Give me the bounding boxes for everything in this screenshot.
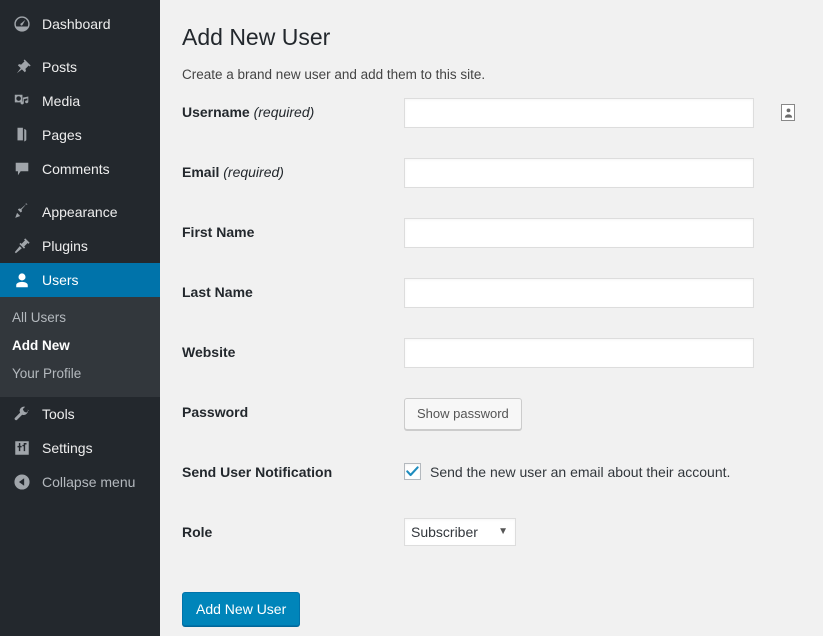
add-new-user-button[interactable]: Add New User — [182, 592, 301, 626]
sidebar-item-pages[interactable]: Pages — [0, 118, 160, 152]
comments-icon — [12, 159, 32, 179]
sidebar-item-users[interactable]: Users — [0, 263, 168, 297]
sidebar-item-posts[interactable]: Posts — [0, 50, 160, 84]
send-notification-checkbox-text[interactable]: Send the new user an email about their a… — [430, 464, 730, 480]
sidebar-item-label: Pages — [42, 127, 82, 143]
form-row-username: Username (required) — [182, 98, 803, 158]
send-notification-checkbox[interactable] — [404, 463, 421, 480]
sidebar-item-tools[interactable]: Tools — [0, 397, 160, 431]
first-name-input[interactable] — [404, 218, 754, 248]
checkmark-icon — [406, 466, 419, 477]
email-required-text: (required) — [223, 164, 284, 180]
username-required-text: (required) — [253, 104, 315, 120]
form-row-password: Password Show password — [182, 398, 803, 458]
form-row-website: Website — [182, 338, 803, 398]
wrench-icon — [12, 404, 32, 424]
first-name-field-wrap — [404, 218, 803, 248]
email-field-wrap — [404, 158, 803, 188]
last-name-label: Last Name — [182, 284, 253, 300]
role-select-wrap: SubscriberContributorAuthorEditorAdminis… — [404, 518, 516, 546]
form-row-email: Email (required) — [182, 158, 803, 218]
sidebar-item-settings[interactable]: Settings — [0, 431, 160, 465]
submenu-item-add-new[interactable]: Add New — [0, 332, 160, 360]
page-title: Add New User — [182, 24, 331, 50]
main-content: Add New User Create a brand new user and… — [160, 0, 823, 636]
form-row-last-name: Last Name — [182, 278, 803, 338]
media-icon — [12, 91, 32, 111]
sidebar-item-label: Users — [42, 272, 79, 288]
sidebar-item-collapse-menu[interactable]: Collapse menu — [0, 465, 160, 499]
role-label: Role — [182, 524, 213, 540]
send-notification-label: Send User Notification — [182, 464, 333, 480]
sidebar-item-label: Settings — [42, 440, 93, 456]
collapse-arrow-icon — [12, 472, 32, 492]
username-input[interactable] — [404, 98, 754, 128]
submenu-item-all-users[interactable]: All Users — [0, 304, 160, 332]
sliders-icon — [12, 438, 32, 458]
email-input[interactable] — [404, 158, 754, 188]
first-name-label: First Name — [182, 224, 255, 240]
users-submenu: All Users Add New Your Profile — [0, 297, 160, 397]
pages-icon — [12, 125, 32, 145]
form-row-send-notification: Send User Notification Send the new user… — [182, 458, 803, 518]
submenu-item-your-profile[interactable]: Your Profile — [0, 360, 160, 388]
password-field-wrap: Show password — [404, 398, 803, 430]
username-field-wrap — [404, 98, 803, 128]
sidebar-item-label: Comments — [42, 161, 110, 177]
dashboard-icon — [12, 14, 32, 34]
last-name-field-wrap — [404, 278, 803, 308]
sidebar-item-media[interactable]: Media — [0, 84, 160, 118]
show-password-button[interactable]: Show password — [404, 398, 522, 430]
website-field-wrap — [404, 338, 803, 368]
website-input[interactable] — [404, 338, 754, 368]
user-icon — [12, 270, 32, 290]
pin-icon — [12, 57, 32, 77]
sidebar-separator — [0, 41, 160, 50]
last-name-input[interactable] — [404, 278, 754, 308]
sidebar-item-appearance[interactable]: Appearance — [0, 195, 160, 229]
sidebar-item-dashboard[interactable]: Dashboard — [0, 7, 160, 41]
username-label: Username (required) — [182, 98, 404, 120]
sidebar-item-label: Dashboard — [42, 16, 111, 32]
role-field-wrap: SubscriberContributorAuthorEditorAdminis… — [404, 518, 803, 546]
plug-icon — [12, 236, 32, 256]
contact-card-icon[interactable] — [781, 104, 795, 121]
send-notification-field-wrap: Send the new user an email about their a… — [404, 458, 803, 480]
website-label: Website — [182, 344, 236, 360]
email-label-text: Email — [182, 164, 220, 180]
sidebar-separator — [0, 186, 160, 195]
sidebar-item-label: Media — [42, 93, 81, 109]
sidebar-item-label: Posts — [42, 59, 78, 75]
role-select[interactable]: SubscriberContributorAuthorEditorAdminis… — [404, 518, 516, 546]
wordpress-admin-page: Dashboard Posts Media Pages Comments App… — [0, 0, 823, 636]
submit-area: Add New User — [182, 592, 803, 626]
username-label-text: Username — [182, 104, 250, 120]
sidebar-item-label: Plugins — [42, 238, 88, 254]
password-label: Password — [182, 404, 249, 420]
sidebar-item-label: Collapse menu — [42, 474, 136, 490]
send-notification-check-line: Send the new user an email about their a… — [404, 458, 803, 480]
sidebar-item-plugins[interactable]: Plugins — [0, 229, 160, 263]
email-label: Email (required) — [182, 158, 404, 180]
form-row-role: Role SubscriberContributorAuthorEditorAd… — [182, 518, 803, 578]
sidebar-item-comments[interactable]: Comments — [0, 152, 160, 186]
sidebar-item-label: Tools — [42, 406, 75, 422]
admin-sidebar: Dashboard Posts Media Pages Comments App… — [0, 0, 168, 636]
paintbrush-icon — [12, 202, 32, 222]
page-subtitle: Create a brand new user and add them to … — [182, 67, 486, 82]
form-row-first-name: First Name — [182, 218, 803, 278]
sidebar-item-label: Appearance — [42, 204, 118, 220]
add-new-user-form: Username (required) Email (required) Fir… — [182, 98, 803, 626]
